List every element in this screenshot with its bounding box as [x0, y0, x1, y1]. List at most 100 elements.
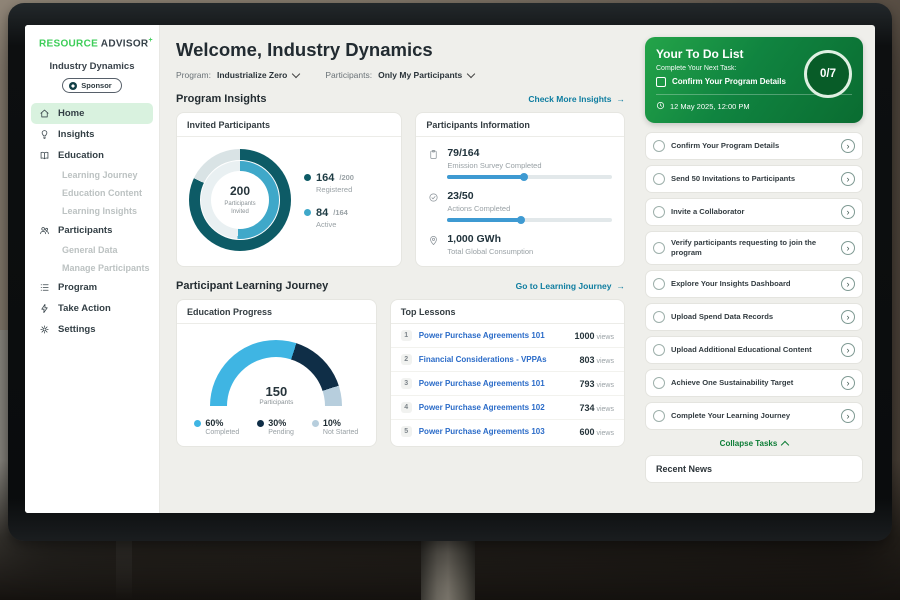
clipboard-icon [428, 147, 439, 179]
sidebar-item-label: Take Action [58, 303, 111, 314]
lightbulb-icon [39, 129, 50, 140]
program-filter: Program: Industrialize Zero [176, 70, 299, 80]
sidebar-item-settings[interactable]: Settings [25, 319, 159, 340]
progress-fill [447, 218, 523, 222]
arrow-right-icon: → [617, 281, 626, 291]
gauge-legend: 60% Completed 30% Pending 10% Not Starte… [194, 418, 358, 436]
task-send-invitations[interactable]: Send 50 Invitations to Participants › [645, 165, 863, 193]
chevron-right-icon[interactable]: › [841, 172, 855, 186]
lesson-rank: 1 [401, 330, 412, 341]
lesson-row: 3 Power Purchase Agreements 101 793views [391, 372, 624, 396]
todo-header-card: Your To Do List Complete Your Next Task:… [645, 37, 863, 123]
sidebar-item-participants[interactable]: Participants [25, 220, 159, 241]
invited-participants-card: Invited Participants 200 Participants In… [176, 112, 402, 267]
task-upload-spend-data[interactable]: Upload Spend Data Records › [645, 303, 863, 331]
sidebar-item-learning-journey[interactable]: Learning Journey [25, 166, 159, 184]
lesson-rank: 5 [401, 426, 412, 437]
task-radio[interactable] [653, 173, 665, 185]
monitor-bezel: RESOURCE ADVISOR+ Industry Dynamics Spon… [8, 3, 892, 541]
sidebar-item-label: Participants [58, 225, 112, 236]
sidebar-item-program[interactable]: Program [25, 277, 159, 298]
task-radio[interactable] [653, 140, 665, 152]
section-title-learning-journey: Participant Learning Journey [176, 280, 328, 292]
arrow-right-icon: → [617, 94, 626, 104]
chevron-up-icon [781, 441, 789, 449]
chevron-right-icon[interactable]: › [841, 376, 855, 390]
lesson-link[interactable]: Power Purchase Agreements 102 [419, 403, 573, 412]
recent-news-header[interactable]: Recent News [645, 455, 863, 483]
legend-item-active: 84 /164 Active [304, 207, 354, 229]
legend-dot [194, 420, 201, 427]
task-checkbox[interactable] [656, 77, 666, 87]
task-upload-educational-content[interactable]: Upload Additional Educational Content › [645, 336, 863, 364]
task-complete-learning-journey[interactable]: Complete Your Learning Journey › [645, 402, 863, 430]
chevron-right-icon[interactable]: › [841, 409, 855, 423]
task-radio[interactable] [653, 206, 665, 218]
go-to-learning-journey-link[interactable]: Go to Learning Journey → [516, 281, 625, 291]
task-radio[interactable] [653, 344, 665, 356]
sidebar-item-general-data[interactable]: General Data [25, 241, 159, 259]
chevron-right-icon[interactable]: › [841, 241, 855, 255]
legend-dot [257, 420, 264, 427]
section-title-program-insights: Program Insights [176, 93, 266, 105]
donut-center: 200 Participants Invited [211, 171, 269, 229]
sidebar-item-manage-participants[interactable]: Manage Participants [25, 259, 159, 277]
lesson-link[interactable]: Power Purchase Agreements 101 [419, 379, 573, 388]
chevron-right-icon[interactable]: › [841, 139, 855, 153]
lesson-rank: 4 [401, 402, 412, 413]
task-radio[interactable] [653, 242, 665, 254]
map-pin-icon [428, 233, 439, 256]
task-verify-participants[interactable]: Verify participants requesting to join t… [645, 231, 863, 265]
sidebar-item-home[interactable]: Home [31, 103, 153, 124]
sidebar-item-take-action[interactable]: Take Action [25, 298, 159, 319]
sidebar-item-learning-insights[interactable]: Learning Insights [25, 202, 159, 220]
chevron-right-icon[interactable]: › [841, 343, 855, 357]
sidebar-item-insights[interactable]: Insights [25, 124, 159, 145]
task-confirm-program-details[interactable]: Confirm Your Program Details › [645, 132, 863, 160]
task-radio[interactable] [653, 278, 665, 290]
lesson-row: 5 Power Purchase Agreements 103 600views [391, 420, 624, 443]
scene-background: RESOURCE ADVISOR+ Industry Dynamics Spon… [0, 0, 900, 600]
participants-select[interactable]: Only My Participants [378, 70, 474, 80]
legend-item-not-started: 10% Not Started [312, 418, 358, 436]
chevron-right-icon[interactable]: › [841, 310, 855, 324]
task-explore-insights[interactable]: Explore Your Insights Dashboard › [645, 270, 863, 298]
invited-participants-donut: 200 Participants Invited [189, 149, 291, 251]
lightning-icon [39, 303, 50, 314]
task-radio[interactable] [653, 410, 665, 422]
sidebar-item-education[interactable]: Education [25, 145, 159, 166]
program-insights-cards: Invited Participants 200 Participants In… [176, 112, 625, 267]
collapse-tasks-link[interactable]: Collapse Tasks [645, 439, 863, 448]
education-progress-gauge: 150 Participants [210, 340, 342, 406]
todo-panel: Your To Do List Complete Your Next Task:… [639, 25, 875, 513]
sponsor-badge: Sponsor [62, 78, 121, 93]
legend-dot [304, 209, 311, 216]
legend-item-registered: 164 /200 Registered [304, 172, 354, 194]
sidebar: RESOURCE ADVISOR+ Industry Dynamics Spon… [25, 25, 160, 513]
task-radio[interactable] [653, 377, 665, 389]
lesson-link[interactable]: Power Purchase Agreements 101 [419, 331, 568, 340]
task-list: Confirm Your Program Details › Send 50 I… [645, 132, 863, 430]
logo-plus: + [148, 37, 152, 44]
sidebar-item-education-content[interactable]: Education Content [25, 184, 159, 202]
monitor-stand [421, 539, 475, 600]
task-invite-collaborator[interactable]: Invite a Collaborator › [645, 198, 863, 226]
chevron-right-icon[interactable]: › [841, 205, 855, 219]
top-lessons-card: Top Lessons 1 Power Purchase Agreements … [390, 299, 625, 447]
learning-journey-header: Participant Learning Journey Go to Learn… [176, 280, 625, 292]
program-insights-header: Program Insights Check More Insights → [176, 93, 625, 105]
book-icon [39, 150, 50, 161]
people-icon [39, 225, 50, 236]
program-select[interactable]: Industrialize Zero [217, 70, 299, 80]
task-radio[interactable] [653, 311, 665, 323]
main-content: Welcome, Industry Dynamics Program: Indu… [160, 25, 639, 513]
task-achieve-sustainability-target[interactable]: Achieve One Sustainability Target › [645, 369, 863, 397]
lesson-link[interactable]: Financial Considerations - VPPAs [419, 355, 573, 364]
sidebar-item-label: Home [58, 108, 84, 119]
check-more-insights-link[interactable]: Check More Insights → [528, 94, 625, 104]
chevron-right-icon[interactable]: › [841, 277, 855, 291]
legend-item-completed: 60% Completed [194, 418, 239, 436]
program-filter-label: Program: [176, 70, 211, 80]
lesson-link[interactable]: Power Purchase Agreements 103 [419, 427, 573, 436]
chevron-down-icon [292, 70, 300, 78]
